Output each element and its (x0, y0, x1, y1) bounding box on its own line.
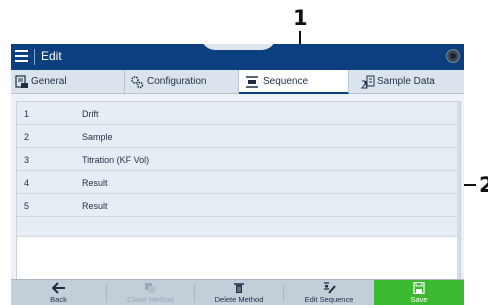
page-title: Edit (41, 49, 62, 63)
tab-bar: General Configuration Sequence Sample Da… (11, 70, 464, 94)
sequence-row-name: Result (82, 201, 108, 211)
hamburger-menu-icon[interactable] (15, 50, 28, 62)
clone-icon (145, 283, 155, 293)
instrument-screen: Edit General Configuration Sequence Samp… (11, 44, 464, 305)
back-button[interactable]: Back (11, 280, 106, 305)
sequence-list: 1 Drift 2 Sample 3 Titration (KF Vol) 4 … (16, 101, 461, 293)
sequence-row-number: 4 (24, 178, 30, 188)
sequence-row-number: 5 (24, 201, 30, 211)
delete-method-button[interactable]: Delete Method (195, 280, 283, 305)
sequence-row[interactable]: 4 Result (17, 171, 460, 194)
back-button-label: Back (50, 295, 67, 304)
sequence-row-name: Drift (82, 109, 99, 119)
edit-sequence-button[interactable]: Edit Sequence (284, 280, 374, 305)
sequence-row[interactable]: 3 Titration (KF Vol) (17, 148, 460, 171)
tab-sequence-label: Sequence (263, 76, 309, 87)
sequence-row-number: 1 (24, 109, 30, 119)
save-button[interactable]: Save (374, 280, 464, 305)
sequence-row[interactable]: 1 Drift (17, 102, 460, 125)
sequence-row-number: 2 (24, 132, 30, 142)
title-bar: Edit (11, 44, 464, 70)
list-scrollbar[interactable] (457, 102, 460, 292)
trash-icon (234, 283, 244, 293)
sample-data-icon (361, 75, 375, 89)
sequence-row-partial[interactable] (17, 217, 460, 237)
status-indicator-icon[interactable] (446, 49, 460, 63)
top-pull-down-handle[interactable] (201, 44, 276, 50)
tab-configuration-label: Configuration (147, 76, 207, 87)
sequence-row[interactable]: 2 Sample (17, 125, 460, 148)
save-button-label: Save (410, 295, 428, 304)
clone-method-label: Clone Method (127, 295, 174, 304)
tab-sample-data-label: Sample Data (377, 76, 435, 87)
save-floppy-icon (413, 282, 425, 294)
delete-method-label: Delete Method (214, 295, 264, 304)
tab-general-label: General (31, 76, 67, 87)
sequence-icon (246, 76, 258, 88)
edit-sequence-label: Edit Sequence (304, 295, 354, 304)
callout-1-label: 1 (293, 6, 308, 30)
general-icon (15, 75, 28, 88)
action-bar: Back Clone Method Delete Method Edit Seq… (11, 279, 464, 305)
tab-sample-data[interactable]: Sample Data (349, 70, 464, 94)
callout-2-label: 2 (479, 173, 488, 197)
configuration-gears-icon (131, 76, 144, 89)
sequence-row-name: Result (82, 178, 108, 188)
sequence-row[interactable]: 5 Result (17, 194, 460, 217)
sequence-row-name: Sample (82, 132, 113, 142)
title-divider (34, 49, 35, 65)
tab-sequence[interactable]: Sequence (239, 70, 349, 94)
back-arrow-icon (52, 282, 65, 294)
clone-method-button[interactable]: Clone Method (107, 280, 194, 305)
edit-sequence-icon (324, 282, 336, 294)
tab-configuration[interactable]: Configuration (125, 70, 239, 94)
tab-general[interactable]: General (11, 70, 125, 94)
sequence-row-number: 3 (24, 155, 30, 165)
sequence-row-name: Titration (KF Vol) (82, 155, 150, 165)
